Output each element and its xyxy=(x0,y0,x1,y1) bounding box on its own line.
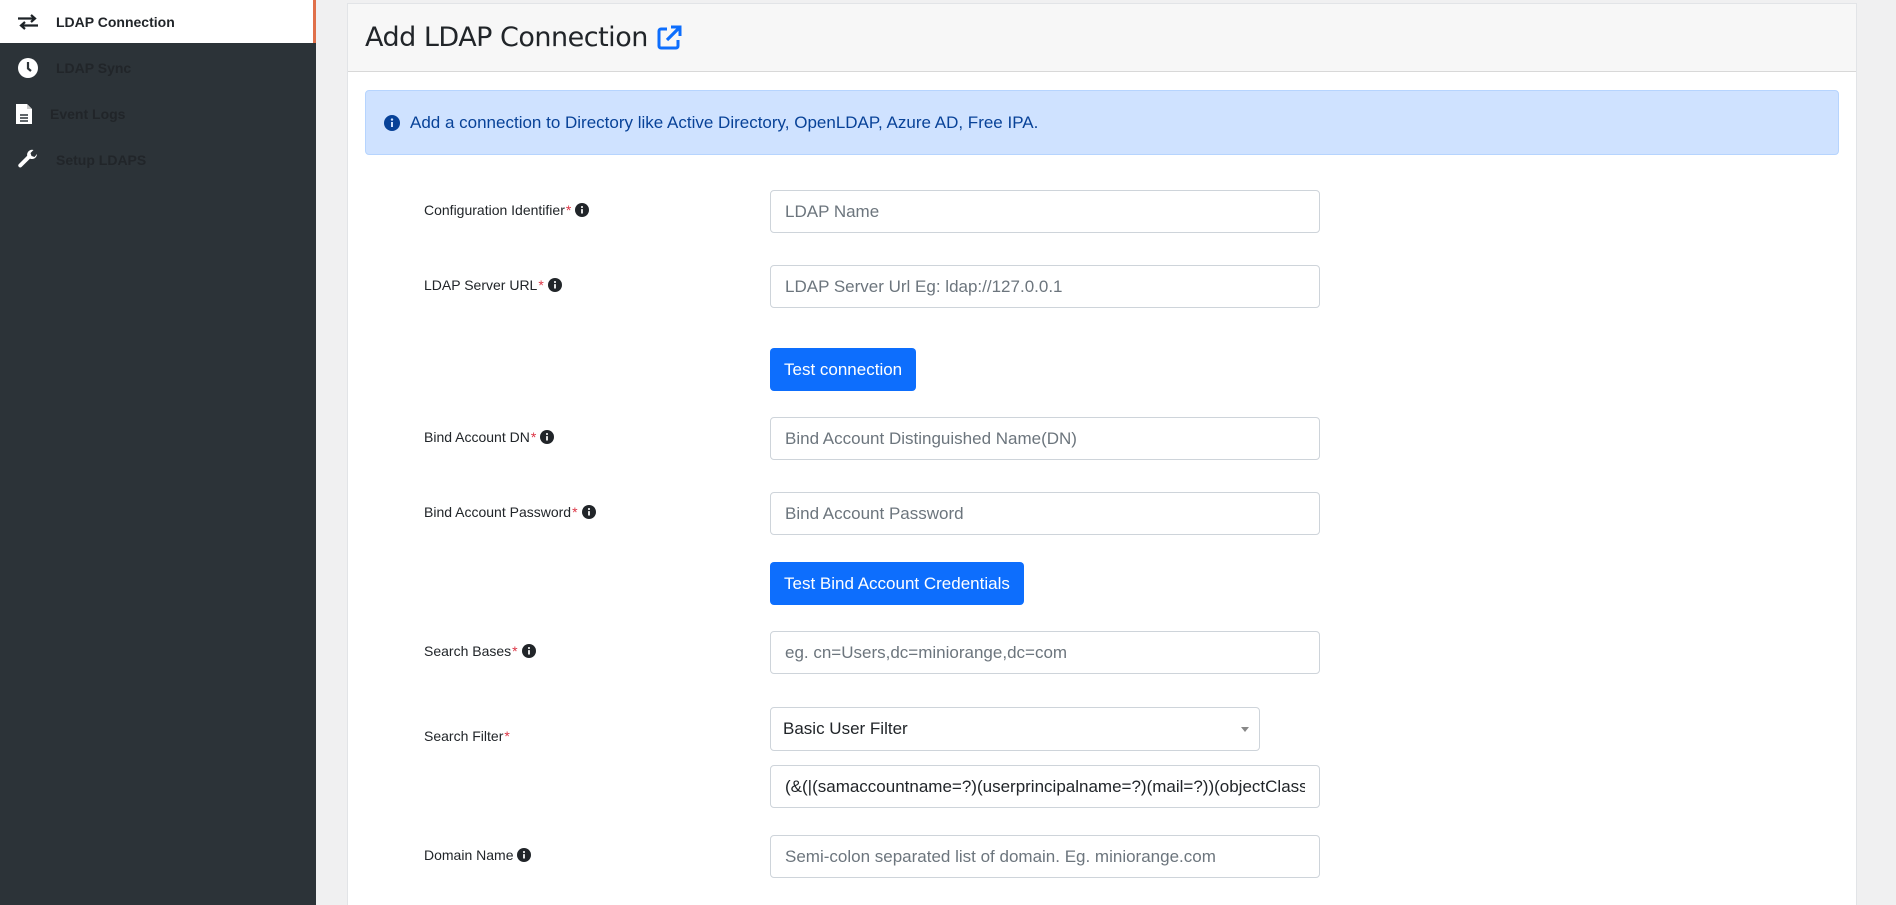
info-icon[interactable] xyxy=(548,278,562,292)
required-marker: * xyxy=(531,429,536,445)
label-text: Bind Account Password xyxy=(424,504,571,520)
page-title: Add LDAP Connection xyxy=(365,22,648,53)
test-bind-credentials-button[interactable]: Test Bind Account Credentials xyxy=(770,562,1024,605)
required-marker: * xyxy=(538,277,543,293)
label-text: LDAP Server URL xyxy=(424,277,537,293)
bind-password-input[interactable] xyxy=(770,492,1320,535)
label-text: Search Bases xyxy=(424,643,511,659)
domain-name-label: Domain Name xyxy=(424,847,531,863)
bind-password-label: Bind Account Password* xyxy=(424,504,596,520)
active-indicator xyxy=(313,0,316,43)
server-url-input[interactable] xyxy=(770,265,1320,308)
info-icon[interactable] xyxy=(517,848,531,862)
required-marker: * xyxy=(504,728,509,744)
info-icon[interactable] xyxy=(575,203,589,217)
sidebar-item-label: Event Logs xyxy=(50,106,125,122)
sidebar-item-label: Setup LDAPS xyxy=(56,152,146,168)
required-marker: * xyxy=(572,504,577,520)
info-alert: Add a connection to Directory like Activ… xyxy=(365,90,1839,155)
clock-icon xyxy=(15,57,41,79)
server-url-label: LDAP Server URL* xyxy=(424,277,562,293)
exchange-arrows-icon xyxy=(15,11,41,33)
domain-name-input[interactable] xyxy=(770,835,1320,878)
info-icon[interactable] xyxy=(540,430,554,444)
sidebar-item-label: LDAP Connection xyxy=(56,14,175,30)
bind-dn-input[interactable] xyxy=(770,417,1320,460)
required-marker: * xyxy=(512,643,517,659)
test-connection-button[interactable]: Test connection xyxy=(770,348,916,391)
search-filter-input[interactable] xyxy=(770,765,1320,808)
config-id-label: Configuration Identifier* xyxy=(424,202,589,218)
search-bases-label: Search Bases* xyxy=(424,643,536,659)
chevron-down-icon xyxy=(1241,727,1249,732)
wrench-icon xyxy=(15,149,41,171)
bind-dn-label: Bind Account DN* xyxy=(424,429,554,445)
sidebar: LDAP Connection LDAP Sync Event Logs Set… xyxy=(0,0,316,905)
label-text: Configuration Identifier xyxy=(424,202,565,218)
card-header: Add LDAP Connection xyxy=(348,4,1856,72)
external-link-icon[interactable] xyxy=(656,25,682,51)
selected-value: Basic User Filter xyxy=(783,719,908,739)
label-text: Domain Name xyxy=(424,847,513,863)
config-id-input[interactable] xyxy=(770,190,1320,233)
search-filter-select[interactable]: Basic User Filter xyxy=(770,707,1260,751)
required-marker: * xyxy=(566,202,571,218)
search-filter-label: Search Filter* xyxy=(424,728,510,744)
info-icon[interactable] xyxy=(522,644,536,658)
sidebar-item-event-logs[interactable]: Event Logs xyxy=(0,92,316,135)
sidebar-item-setup-ldaps[interactable]: Setup LDAPS xyxy=(0,138,316,181)
sidebar-item-ldap-sync[interactable]: LDAP Sync xyxy=(0,46,316,89)
info-icon xyxy=(384,115,400,131)
label-text: Search Filter xyxy=(424,728,503,744)
document-icon xyxy=(13,103,35,125)
sidebar-item-ldap-connection[interactable]: LDAP Connection xyxy=(0,0,313,43)
label-text: Bind Account DN xyxy=(424,429,530,445)
alert-text: Add a connection to Directory like Activ… xyxy=(410,113,1038,133)
main-card: Add LDAP Connection Add a connection to … xyxy=(347,3,1857,905)
search-bases-input[interactable] xyxy=(770,631,1320,674)
info-icon[interactable] xyxy=(582,505,596,519)
sidebar-item-label: LDAP Sync xyxy=(56,60,131,76)
